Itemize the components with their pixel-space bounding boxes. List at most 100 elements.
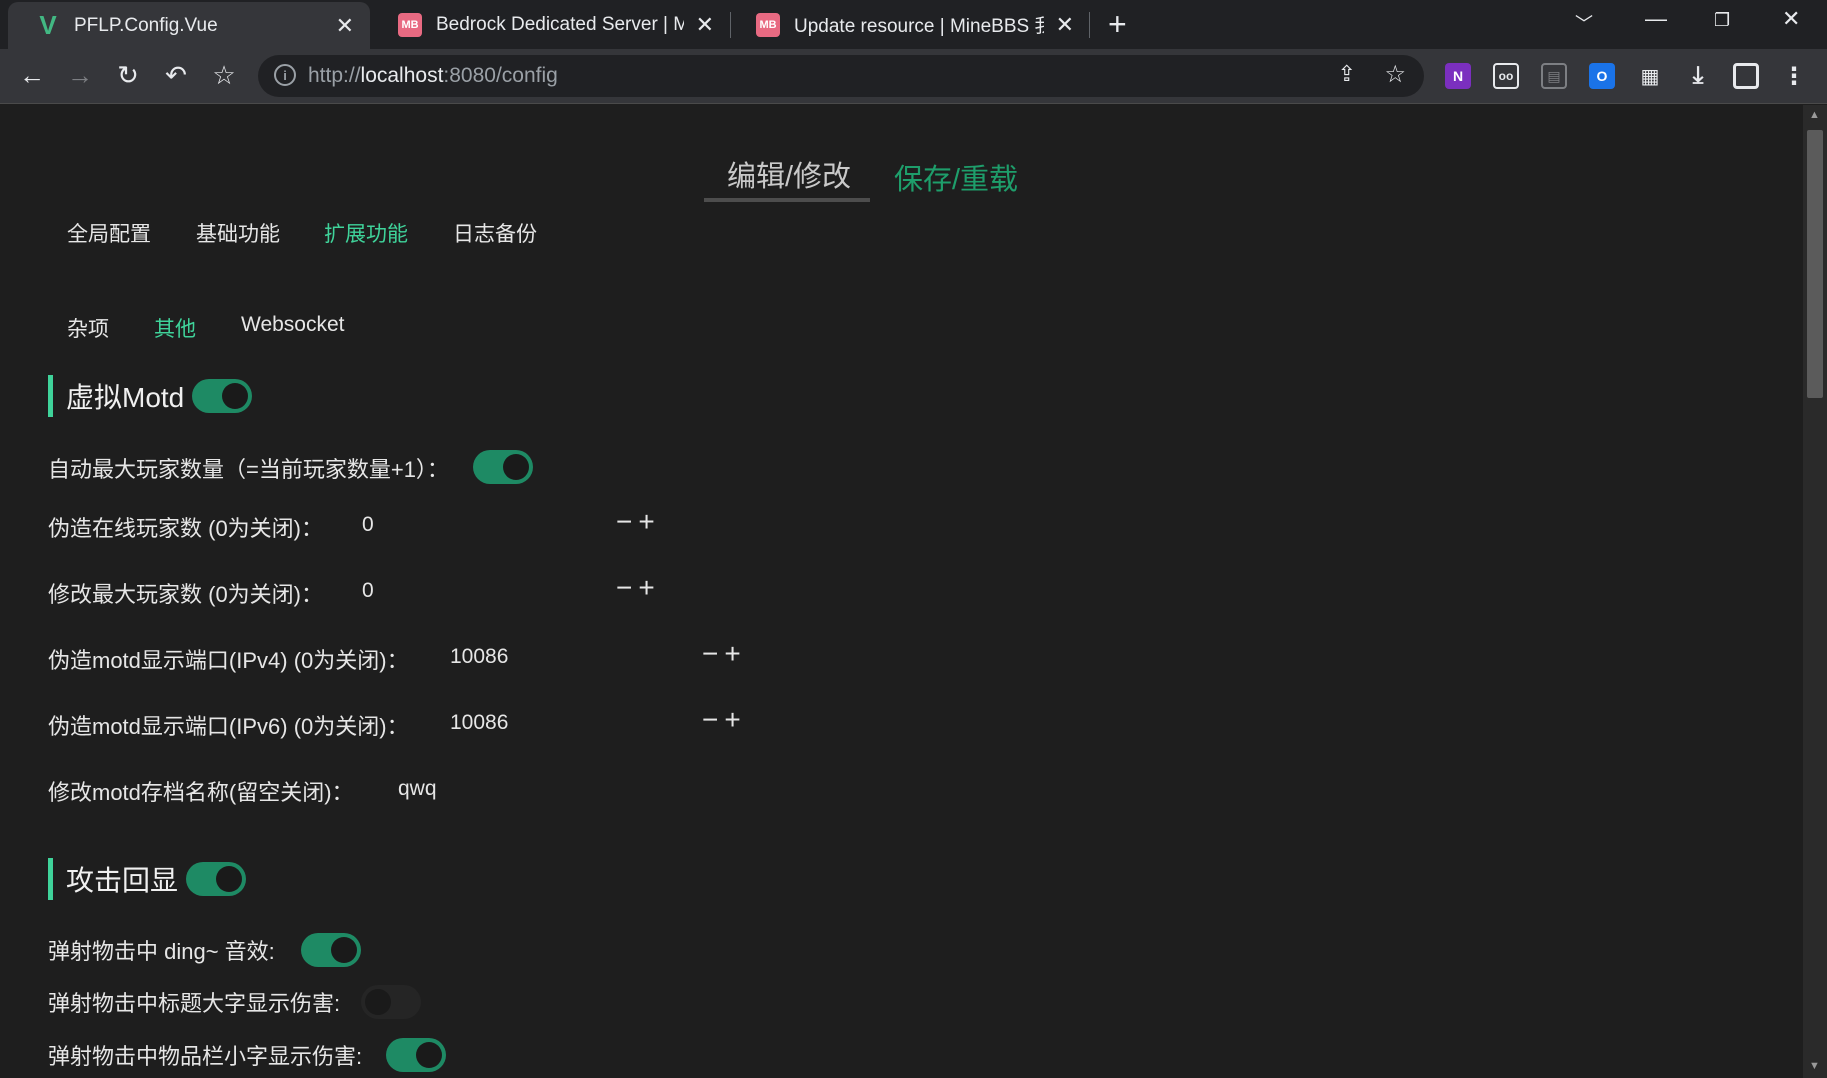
onenote-extension-icon[interactable]: N xyxy=(1445,63,1471,89)
max-players-label: 修改最大玩家数 (0为关闭)： xyxy=(48,582,324,607)
browser-tab-pflp-config[interactable]: V PFLP.Config.Vue ✕ xyxy=(8,2,370,49)
section-attack-echo: 攻击回显 xyxy=(48,858,247,900)
motd-port-ipv4-label: 伪造motd显示端口(IPv4) (0为关闭)： xyxy=(48,648,409,673)
download-icon[interactable]: ⤓ xyxy=(1685,62,1711,89)
projectile-title-damage-label: 弹射物击中标题大字显示伤害: xyxy=(48,991,341,1016)
increment-button[interactable]: + xyxy=(638,506,660,537)
restore-icon[interactable]: ❐ xyxy=(1714,10,1730,31)
decrement-button[interactable]: − xyxy=(702,704,724,735)
motd-port-ipv4-stepper: −+ xyxy=(702,638,747,670)
url-host: localhost xyxy=(360,64,444,87)
close-tab-icon[interactable]: ✕ xyxy=(336,13,354,39)
projectile-actionbar-damage-label: 弹射物击中物品栏小字显示伤害: xyxy=(48,1044,363,1069)
minebbs-favicon-icon: MB xyxy=(398,12,422,37)
toggle-knob xyxy=(365,989,391,1015)
toggle-knob xyxy=(222,383,249,409)
decrement-button[interactable]: − xyxy=(702,638,724,669)
increment-button[interactable]: + xyxy=(724,704,746,735)
scrollbar-thumb[interactable] xyxy=(1807,130,1823,398)
tab-save-reload[interactable]: 保存/重载 xyxy=(894,156,1018,198)
motd-port-ipv6-stepper: −+ xyxy=(702,704,747,736)
tab-title: Bedrock Dedicated Server | MineBBS xyxy=(436,13,684,35)
bookmark-star-icon[interactable]: ☆ xyxy=(206,57,242,93)
menu-kebab-icon[interactable]: ⋮ xyxy=(1781,63,1807,90)
increment-button[interactable]: + xyxy=(638,572,660,603)
browser-tab-update-resource[interactable]: MB Update resource | MineBBS 我的世界 ✕ xyxy=(728,0,1090,49)
scroll-down-arrow-icon[interactable]: ▼ xyxy=(1809,1060,1820,1072)
decrement-button[interactable]: − xyxy=(616,506,638,537)
tab-search-icon[interactable]: ﹀ xyxy=(1575,10,1593,36)
outlook-extension-icon[interactable]: O xyxy=(1589,63,1615,89)
url-path: :8080/config xyxy=(443,64,558,87)
section-virtual-motd: 虚拟Motd xyxy=(48,375,253,417)
attack-echo-enable-toggle[interactable] xyxy=(186,862,247,896)
decrement-button[interactable]: − xyxy=(616,572,638,603)
undo-icon[interactable]: ↶ xyxy=(158,57,194,93)
max-players-input[interactable]: 0 xyxy=(362,579,374,603)
back-icon[interactable]: ← xyxy=(14,57,50,93)
close-tab-icon[interactable]: ✕ xyxy=(696,12,714,38)
collections-extension-icon[interactable]: ▤ xyxy=(1541,63,1567,89)
close-window-icon[interactable]: ✕ xyxy=(1782,6,1800,32)
config-page: 编辑/修改 保存/重载 全局配置 基础功能 扩展功能 日志备份 杂项 其他 We… xyxy=(0,105,1803,1078)
auto-max-players-label: 自动最大玩家数量（=当前玩家数量+1）： xyxy=(48,457,449,482)
section-accent-bar xyxy=(48,858,53,900)
scroll-up-arrow-icon[interactable]: ▲ xyxy=(1809,109,1820,121)
tab-separator xyxy=(1089,12,1090,38)
share-icon[interactable]: ⇪ xyxy=(1338,61,1356,87)
browser-tab-strip: V PFLP.Config.Vue ✕ MB Bedrock Dedicated… xyxy=(0,0,1827,49)
tab-title: PFLP.Config.Vue xyxy=(74,14,218,36)
tab-edit[interactable]: 编辑/修改 xyxy=(727,153,851,195)
reload-icon[interactable]: ↻ xyxy=(110,57,146,93)
motd-enable-toggle[interactable] xyxy=(192,379,253,413)
minimize-icon[interactable]: — xyxy=(1645,6,1667,32)
motd-port-ipv6-label: 伪造motd显示端口(IPv6) (0为关闭)： xyxy=(48,714,409,739)
toggle-knob xyxy=(416,1042,442,1068)
minebbs-favicon-icon: MB xyxy=(756,12,780,37)
section-title: 攻击回显 xyxy=(66,865,179,896)
url-prefix: http:// xyxy=(308,64,361,87)
fake-online-players-input[interactable]: 0 xyxy=(362,513,374,537)
max-players-stepper: −+ xyxy=(616,572,661,604)
projectile-title-damage-toggle[interactable] xyxy=(361,985,421,1019)
auto-max-players-toggle[interactable] xyxy=(473,450,533,484)
url-text[interactable]: http://localhost:8080/config xyxy=(308,64,558,88)
reader-extension-icon[interactable]: oo xyxy=(1493,63,1519,89)
section-title: 虚拟Motd xyxy=(66,382,185,413)
nav-global-config[interactable]: 全局配置 xyxy=(67,218,151,248)
site-info-icon[interactable]: i xyxy=(274,64,296,86)
projectile-actionbar-damage-toggle[interactable] xyxy=(386,1038,446,1072)
nav-extended-features[interactable]: 扩展功能 xyxy=(324,218,408,248)
motd-level-name-input[interactable]: qwq xyxy=(398,777,437,801)
vue-favicon-icon: V xyxy=(39,10,57,40)
forward-icon[interactable]: → xyxy=(62,57,98,93)
subnav-websocket[interactable]: Websocket xyxy=(241,313,345,337)
page-scrollbar[interactable]: ▲ ▼ xyxy=(1803,105,1827,1078)
increment-button[interactable]: + xyxy=(724,638,746,669)
side-panel-icon[interactable] xyxy=(1733,63,1759,89)
active-tab-underline xyxy=(704,198,870,202)
motd-port-ipv4-input[interactable]: 10086 xyxy=(450,645,508,669)
projectile-ding-label: 弹射物击中 ding~ 音效: xyxy=(48,939,275,964)
section-accent-bar xyxy=(48,375,53,417)
fake-online-players-stepper: −+ xyxy=(616,506,661,538)
tab-title: Update resource | MineBBS 我的世界 xyxy=(794,16,1044,37)
toggle-knob xyxy=(331,937,357,963)
close-tab-icon[interactable]: ✕ xyxy=(1056,12,1074,38)
motd-level-name-label: 修改motd存档名称(留空关闭)： xyxy=(48,780,354,805)
projectile-ding-toggle[interactable] xyxy=(301,933,361,967)
subnav-misc[interactable]: 杂项 xyxy=(67,313,109,343)
bookmark-page-star-icon[interactable]: ☆ xyxy=(1384,60,1406,89)
address-bar[interactable]: i http://localhost:8080/config ⇪ ☆ xyxy=(258,55,1424,97)
toggle-knob xyxy=(503,454,529,480)
subnav-other[interactable]: 其他 xyxy=(154,313,196,343)
fake-online-players-label: 伪造在线玩家数 (0为关闭)： xyxy=(48,516,324,541)
browser-tab-bedrock-server[interactable]: MB Bedrock Dedicated Server | MineBBS ✕ xyxy=(370,0,730,49)
motd-port-ipv6-input[interactable]: 10086 xyxy=(450,711,508,735)
extensions-grid-icon[interactable]: ▦ xyxy=(1637,63,1663,89)
nav-log-backup[interactable]: 日志备份 xyxy=(453,218,537,248)
nav-basic-features[interactable]: 基础功能 xyxy=(196,218,280,248)
new-tab-button[interactable]: + xyxy=(1108,8,1127,40)
toggle-knob xyxy=(216,866,243,892)
browser-toolbar: ← → ↻ ↶ ☆ i http://localhost:8080/config… xyxy=(0,49,1827,104)
